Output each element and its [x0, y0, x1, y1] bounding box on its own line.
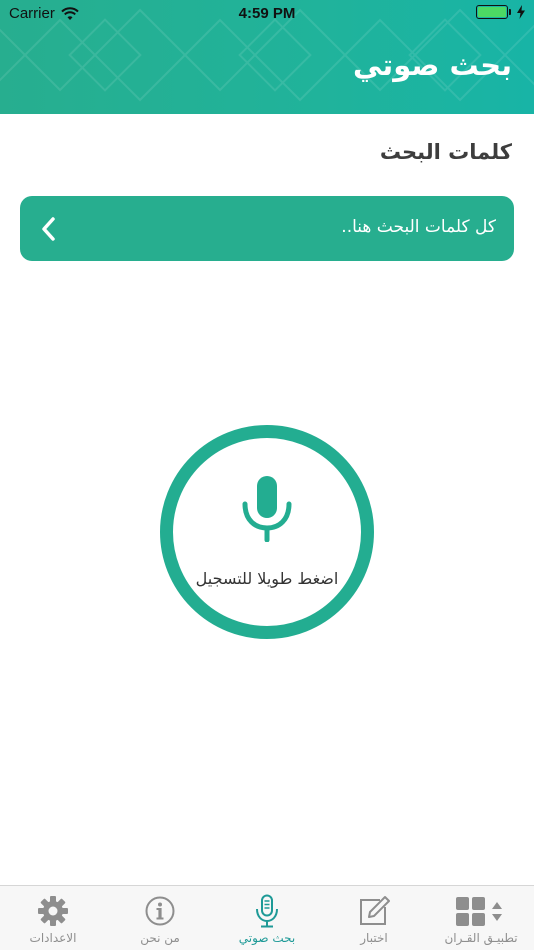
info-icon: [145, 896, 175, 926]
microphone-icon: [256, 894, 278, 928]
tab-label: من نحن: [140, 931, 180, 945]
navigation-header: Carrier 4:59 PM بحث صوتي: [0, 0, 534, 114]
charging-icon: [517, 5, 525, 19]
status-time: 4:59 PM: [238, 5, 296, 22]
tab-voice-search[interactable]: بحث صوتي: [214, 886, 320, 950]
battery-icon: [476, 5, 511, 19]
tab-label: الاعدادات: [29, 931, 77, 945]
chevron-left-icon: [42, 217, 55, 241]
page-title: بحث صوتي: [352, 48, 512, 82]
tab-label: اختبار: [360, 931, 388, 945]
tab-label: بحث صوتي: [238, 931, 296, 945]
record-button[interactable]: اضغط طويلا للتسجيل: [160, 425, 374, 639]
gear-icon: [38, 896, 68, 926]
tab-settings[interactable]: الاعدادات: [0, 886, 106, 950]
tab-label: تطبيـق القـران: [444, 931, 518, 945]
microphone-icon: [242, 476, 292, 542]
edit-icon: [360, 896, 390, 925]
tab-quran-app[interactable]: تطبيـق القـران: [428, 886, 534, 950]
apps-icon: [456, 897, 502, 926]
record-instruction: اضغط طويلا للتسجيل: [195, 569, 339, 588]
status-bar: Carrier 4:59 PM: [0, 0, 534, 30]
tab-bar: الاعدادات من نحن بحث صوتي اختبار تطبيـق …: [0, 885, 534, 950]
search-words-heading: كلمات البحث: [379, 140, 512, 164]
tab-quiz[interactable]: اختبار: [321, 886, 427, 950]
search-words-placeholder: كل كلمات البحث هنا..: [341, 217, 496, 237]
status-right: [476, 5, 526, 19]
search-words-button[interactable]: كل كلمات البحث هنا..: [20, 196, 514, 261]
tab-about-us[interactable]: من نحن: [107, 886, 213, 950]
